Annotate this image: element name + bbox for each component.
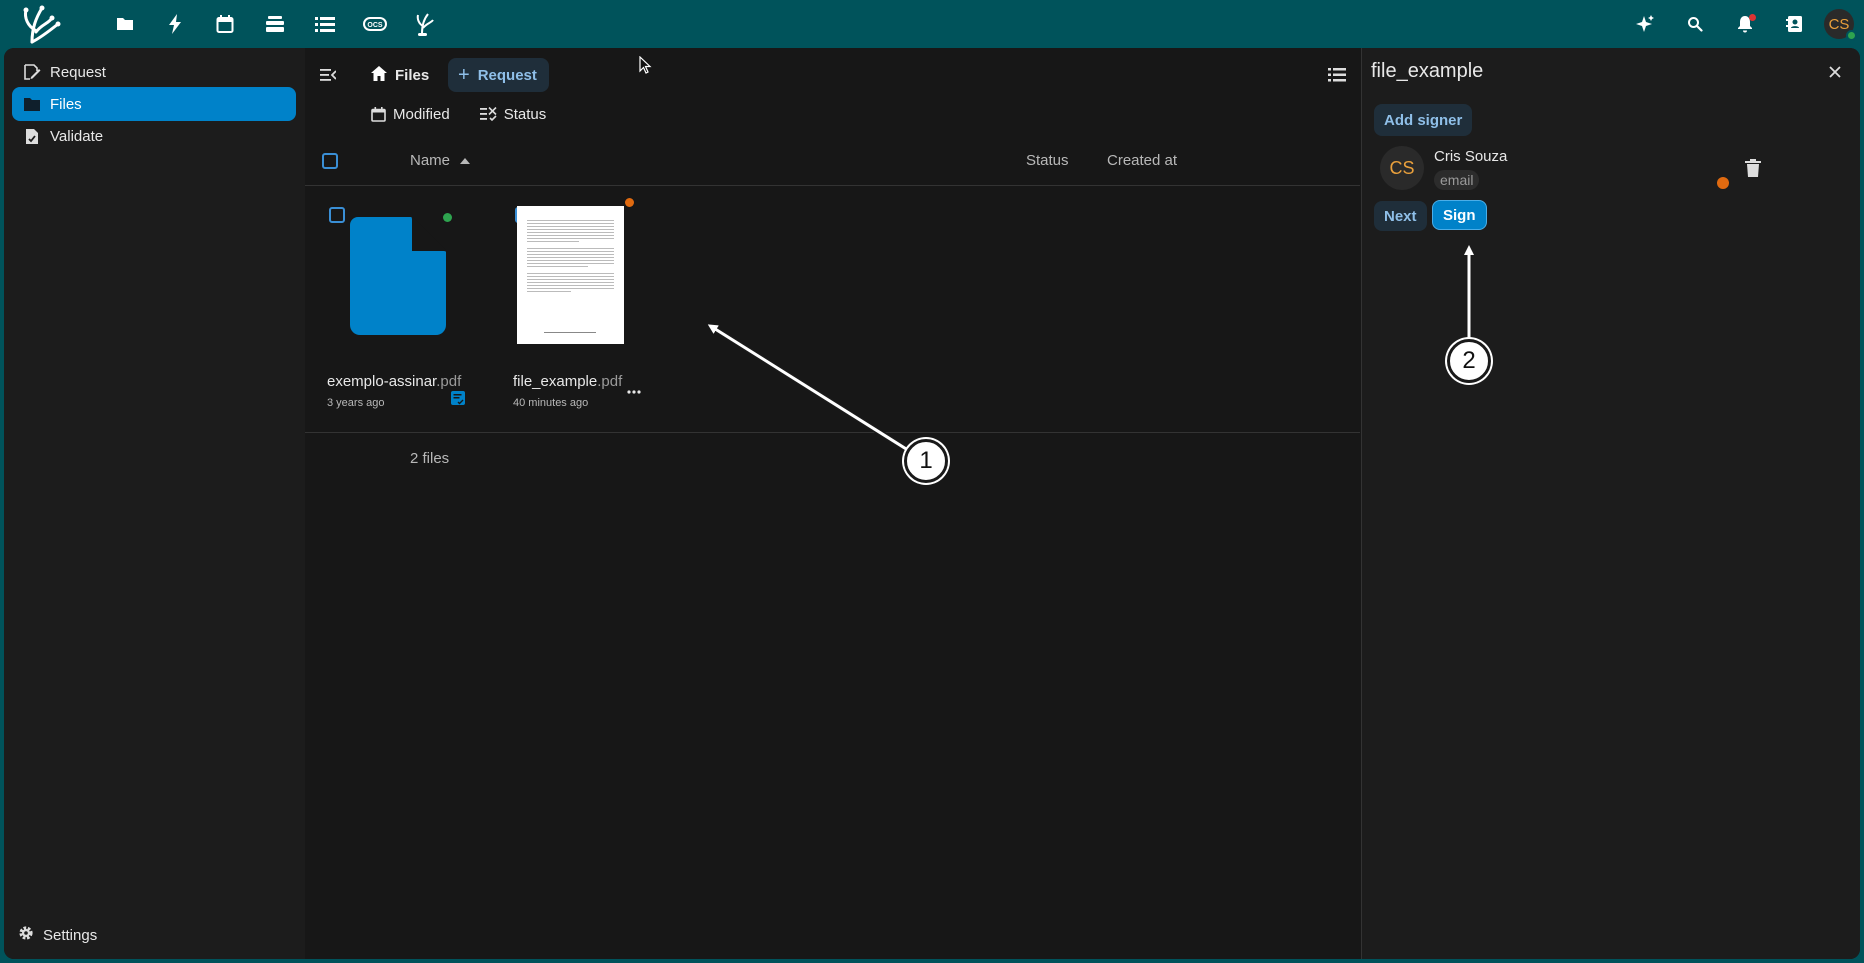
home-icon [371,65,387,85]
signed-status-dot [443,213,452,222]
list-view-toggle-button[interactable] [1322,60,1352,90]
search-icon[interactable] [1670,0,1720,48]
list-view-icon [1328,68,1346,82]
annotation-badge-2: 2 [1447,339,1491,383]
user-avatar[interactable]: CS [1824,9,1857,41]
tasks-app-icon[interactable] [300,0,350,48]
status-filter-button[interactable]: Status [479,105,547,123]
status-header[interactable]: Status [1026,152,1069,169]
new-request-button[interactable]: + Request [448,58,549,92]
notifications-bell-icon[interactable] [1720,0,1770,48]
next-button[interactable]: Next [1374,201,1427,231]
settings-button[interactable]: Settings [18,925,97,945]
mouse-cursor-icon [639,56,652,74]
breadcrumb-files-label: Files [395,66,430,84]
avatar-initials: CS [1828,15,1850,33]
menu-collapse-icon [320,69,336,81]
toggle-navigation-button[interactable] [315,62,341,88]
status-filter-icon [479,107,497,121]
request-icon [22,64,42,80]
online-status-dot [1846,30,1857,41]
calendar-icon [371,106,386,122]
status-filter-label: Status [503,105,547,123]
pending-status-dot [625,198,634,207]
assistant-icon[interactable] [1620,0,1670,48]
request-button-label: Request [477,66,537,84]
app-content: Request Files Validate Settings Files + … [4,48,1860,959]
file-name: file_example.pdf [513,373,623,390]
signer-pending-dot [1717,177,1729,189]
nav-item-validate[interactable]: Validate [12,119,296,153]
sort-ascending-icon [460,157,471,164]
sign-button[interactable]: Sign [1432,200,1487,230]
ocs-app-icon[interactable]: OCS [350,0,400,48]
add-signer-button[interactable]: Add signer [1374,104,1473,136]
notification-dot [1749,14,1756,21]
nav-item-request[interactable]: Request [12,55,296,89]
files-list-area: Files + Request Modified Status Name Sta… [305,48,1360,959]
annotation-badge-1: 1 [904,439,948,483]
signer-method-badge: email [1434,170,1480,190]
modified-filter-button[interactable]: Modified [371,106,450,123]
signer-initials: CS [1389,157,1415,178]
select-all-checkbox[interactable] [322,153,338,169]
file-date: 3 years ago [327,397,385,409]
validate-icon [22,128,42,145]
contacts-icon[interactable] [1770,0,1820,48]
deck-app-icon[interactable] [250,0,300,48]
files-grid: exemplo-assinar.pdf 3 years ago file_exa… [305,187,1360,433]
file-tile-exemplo-assinar[interactable]: exemplo-assinar.pdf 3 years ago [315,187,485,417]
filter-bar: Modified Status [371,98,576,130]
file-sidebar: file_example Add signer CS Cris Souza em… [1361,48,1860,959]
delete-signer-trash-icon[interactable] [1745,159,1761,177]
folder-icon [22,97,42,111]
calendar-app-icon[interactable] [200,0,250,48]
breadcrumb-files[interactable]: Files [371,60,429,90]
activity-app-icon[interactable] [150,0,200,48]
files-table-header: Name Status Created at [305,136,1360,186]
gear-icon [18,925,34,945]
files-app-icon[interactable] [100,0,150,48]
signer-avatar: CS [1380,146,1424,190]
nextcloud-logo-icon[interactable] [18,2,64,46]
svg-text:OCS: OCS [367,22,383,29]
modified-filter-label: Modified [393,105,450,123]
signature-icon[interactable] [451,391,465,405]
file-select-checkbox[interactable] [329,207,345,223]
more-actions-button[interactable] [623,384,645,400]
name-header-label: Name [410,152,451,169]
pdf-document-icon [350,217,446,335]
file-name: exemplo-assinar.pdf [327,373,462,390]
signer-name: Cris Souza [1434,148,1508,165]
more-dots-icon [627,390,641,394]
plus-icon: + [458,63,470,86]
files-summary: 2 files [410,450,450,467]
nav-item-label: Validate [50,127,104,145]
nav-item-files[interactable]: Files [12,87,296,121]
sidebar-title: file_example [1371,60,1484,82]
top-header: OCS CS [0,0,1864,48]
created-at-header[interactable]: Created at [1107,152,1177,169]
close-sidebar-button[interactable] [1822,59,1848,85]
settings-label: Settings [43,926,98,944]
close-icon [1829,66,1841,78]
app-navigation: Request Files Validate Settings [4,48,305,959]
sort-by-name-header[interactable]: Name [410,152,471,169]
file-date: 40 minutes ago [513,397,589,409]
breadcrumb: Files + Request [305,52,1360,96]
nav-item-label: Files [50,95,82,113]
pdf-thumbnail [517,206,624,344]
nav-item-label: Request [50,63,106,81]
file-tile-file-example[interactable]: file_example.pdf 40 minutes ago [501,187,701,417]
libresign-app-icon[interactable] [400,0,450,48]
